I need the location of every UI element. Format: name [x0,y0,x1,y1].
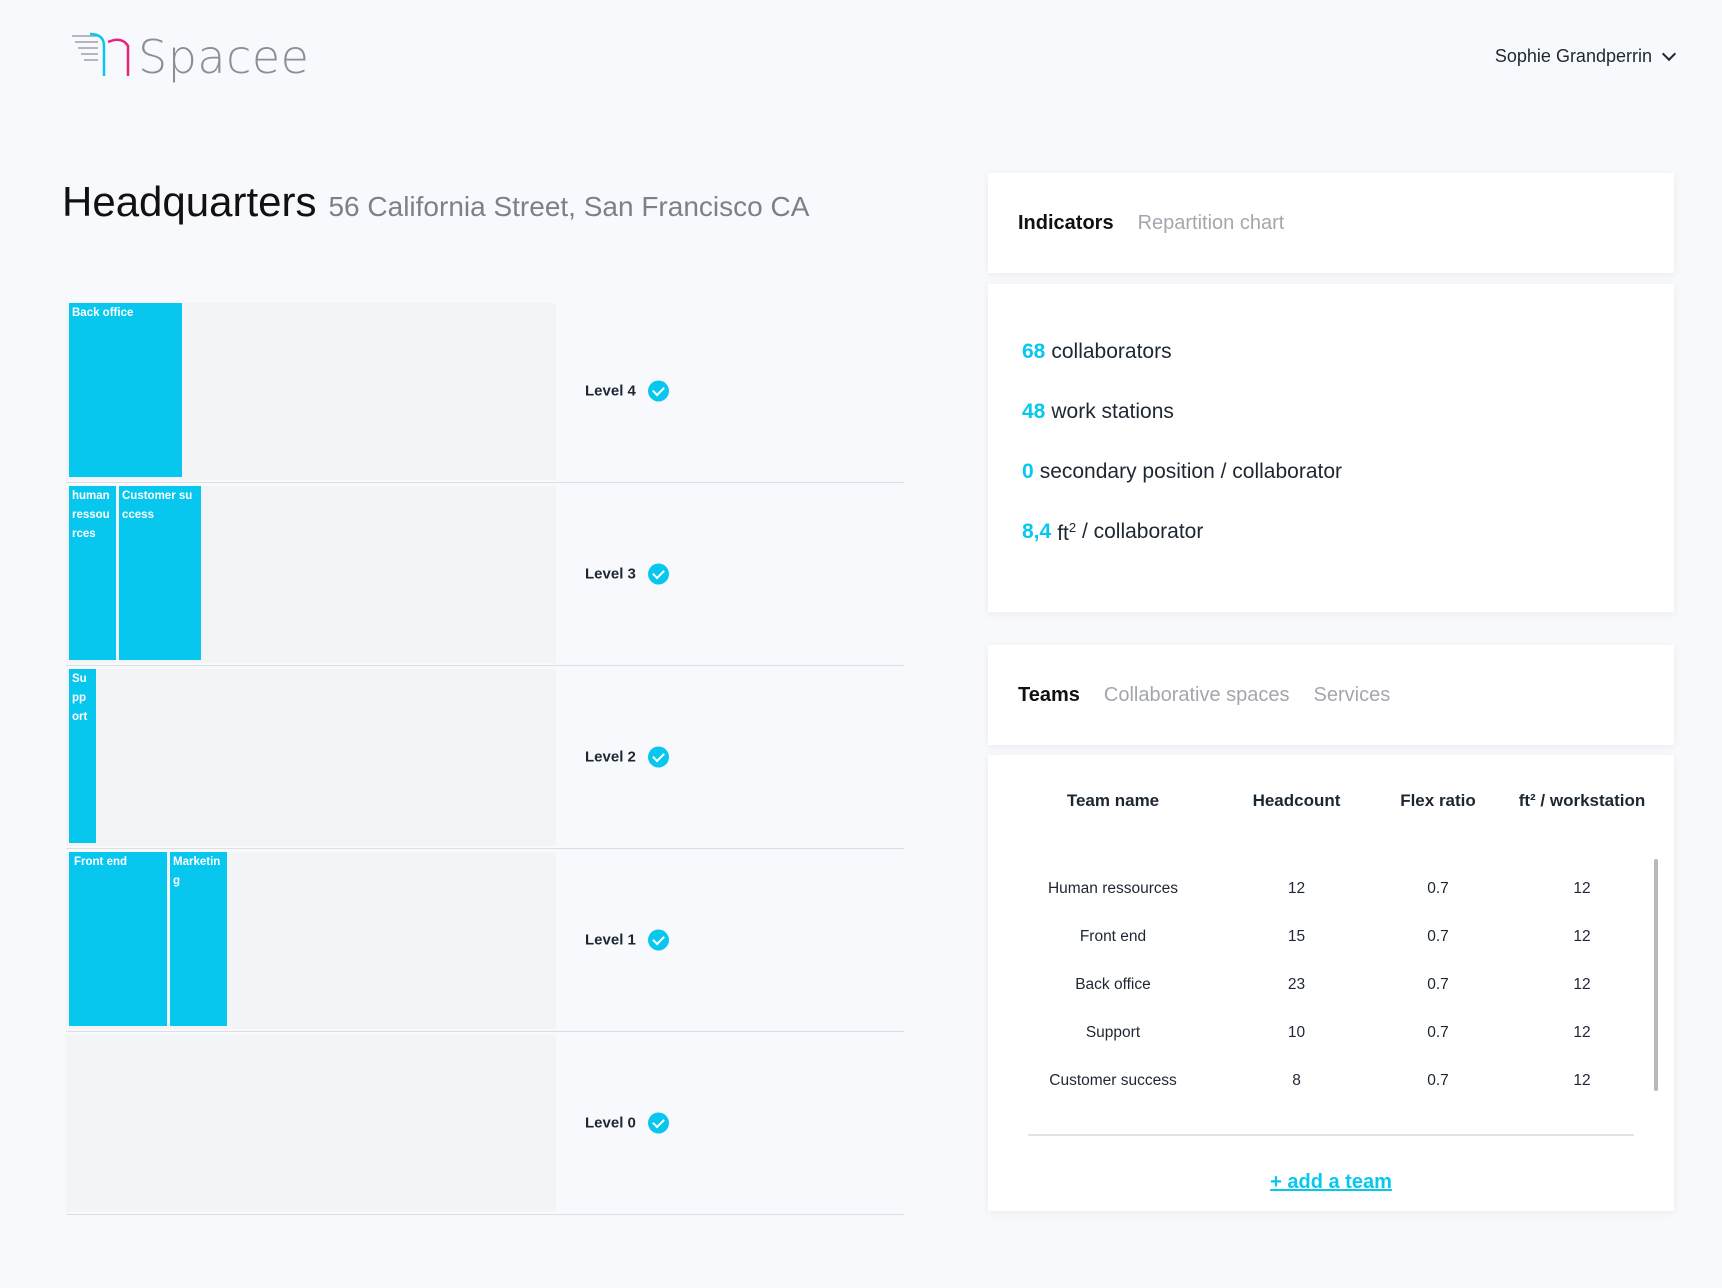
level-row-2: Support Level 2 [66,666,904,849]
cell-team-name: Back office [1075,976,1151,993]
level-name: Level 1 [585,931,636,949]
cell-flex-ratio: 0.7 [1427,1024,1449,1041]
cell-team-name: Front end [1079,928,1147,945]
teams-panel: Team name Headcount Flex ratio ft² / wor… [988,755,1674,1211]
team-block[interactable]: Marketing [170,852,227,1026]
indicator-area: 8,4 ft2 / collaborator [1022,520,1640,580]
team-block[interactable]: Customer success [119,486,201,660]
indicator-value: 8,4 [1022,520,1052,543]
cell-team-name: Customer success [1049,1072,1177,1089]
level-label[interactable]: Level 2 [585,746,669,768]
column-header-flex-ratio[interactable]: Flex ratio [1369,791,1507,811]
indicator-value: 0 [1022,460,1034,483]
page-address: 56 California Street, San Francisco CA [328,191,810,222]
indicators-tabs: Indicators Repartition chart [988,173,1674,273]
table-scrollbar[interactable] [1654,859,1658,1091]
indicator-label: secondary position / collaborator [1039,460,1343,483]
cell-ft-workstation: 12 [1573,880,1591,897]
floor-plan[interactable] [66,1035,556,1212]
indicator-value: 68 [1022,340,1046,363]
cell-headcount: 10 [1287,1024,1306,1041]
cell-flex-ratio: 0.7 [1427,928,1449,945]
cell-ft-workstation: 12 [1573,976,1591,993]
column-header-headcount[interactable]: Headcount [1224,791,1369,811]
level-name: Level 3 [585,565,636,583]
table-row[interactable]: Customer success 8 0.7 12 [988,1057,1674,1105]
indicator-label: / collaborator [1081,520,1204,543]
check-circle-icon [647,929,669,951]
cell-ft-workstation: 12 [1573,1024,1591,1041]
check-circle-icon [647,1112,669,1134]
logo-icon [72,32,130,76]
level-label[interactable]: Level 3 [585,563,669,585]
indicators-panel: 68 collaborators 48 work stations 0 seco… [988,284,1674,612]
indicator-unit: ft2 [1057,520,1077,545]
indicator-work-stations: 48 work stations [1022,400,1640,460]
tab-indicators[interactable]: Indicators [1018,212,1114,235]
check-circle-icon [647,563,669,585]
cell-flex-ratio: 0.7 [1427,1072,1449,1089]
cell-team-name: Human ressources [1047,880,1179,897]
level-row-0: Level 0 [66,1032,904,1215]
team-block[interactable]: Support [69,669,96,843]
user-menu[interactable]: Sophie Grandperrin [1494,46,1677,67]
chevron-down-icon [1661,46,1677,61]
add-team-link[interactable]: + add a team [988,1171,1674,1194]
cell-flex-ratio: 0.7 [1427,976,1449,993]
indicator-secondary-position: 0 secondary position / collaborator [1022,460,1640,520]
page-title: Headquarters [62,178,317,225]
cell-headcount: 15 [1287,928,1306,945]
level-row-4: Back office Level 4 [66,300,904,483]
level-label[interactable]: Level 1 [585,929,669,951]
teams-tabs: Teams Collaborative spaces Services [988,645,1674,745]
tab-services[interactable]: Services [1314,684,1391,707]
app-name: Spacee [138,30,310,84]
level-name: Level 0 [585,1114,636,1132]
team-block[interactable]: human ressources [69,486,116,660]
level-label[interactable]: Level 0 [585,1112,669,1134]
column-header-ft-workstation[interactable]: ft² / workstation [1507,791,1657,811]
cell-headcount: 12 [1287,880,1306,897]
level-name: Level 4 [585,382,636,400]
level-name: Level 2 [585,748,636,766]
level-row-3: human ressources Customer success Level … [66,483,904,666]
table-header: Team name Headcount Flex ratio ft² / wor… [988,791,1674,811]
cell-ft-workstation: 12 [1573,1072,1591,1089]
cell-headcount: 23 [1287,976,1306,993]
page-title-group: Headquarters 56 California Street, San F… [62,178,809,226]
app-logo[interactable]: Spacee [70,30,309,84]
check-circle-icon [647,746,669,768]
table-row[interactable]: Human ressources 12 0.7 12 [988,865,1674,913]
team-block[interactable]: Front end [69,852,167,1026]
tab-repartition-chart[interactable]: Repartition chart [1138,212,1285,235]
level-label[interactable]: Level 4 [585,380,669,402]
table-row[interactable]: Support 10 0.7 12 [988,1009,1674,1057]
floor-levels: Back office Level 4 human ressources Cus… [66,300,904,1215]
table-row[interactable]: Back office 23 0.7 12 [988,961,1674,1009]
column-header-team-name[interactable]: Team name [988,791,1224,811]
user-name: Sophie Grandperrin [1494,46,1652,66]
tab-collaborative-spaces[interactable]: Collaborative spaces [1104,684,1290,707]
level-row-1: Front end Marketing Level 1 [66,849,904,1032]
team-block[interactable]: Back office [69,303,182,477]
teams-tabs-card: Teams Collaborative spaces Services [988,645,1674,745]
indicators-tabs-card: Indicators Repartition chart [988,173,1674,273]
check-circle-icon [647,380,669,402]
cell-team-name: Support [1085,1024,1141,1041]
floor-plan[interactable] [66,669,556,846]
cell-ft-workstation: 12 [1573,928,1591,945]
divider [1028,1134,1634,1136]
indicator-value: 48 [1022,400,1046,423]
cell-headcount: 8 [1292,1072,1301,1089]
indicator-label: work stations [1051,400,1174,423]
tab-teams[interactable]: Teams [1018,684,1080,707]
table-row[interactable]: Front end 15 0.7 12 [988,913,1674,961]
indicator-label: collaborators [1051,340,1172,363]
indicator-collaborators: 68 collaborators [1022,340,1640,400]
cell-flex-ratio: 0.7 [1427,880,1449,897]
table-body: Human ressources 12 0.7 12 Front end 15 … [988,865,1674,1105]
